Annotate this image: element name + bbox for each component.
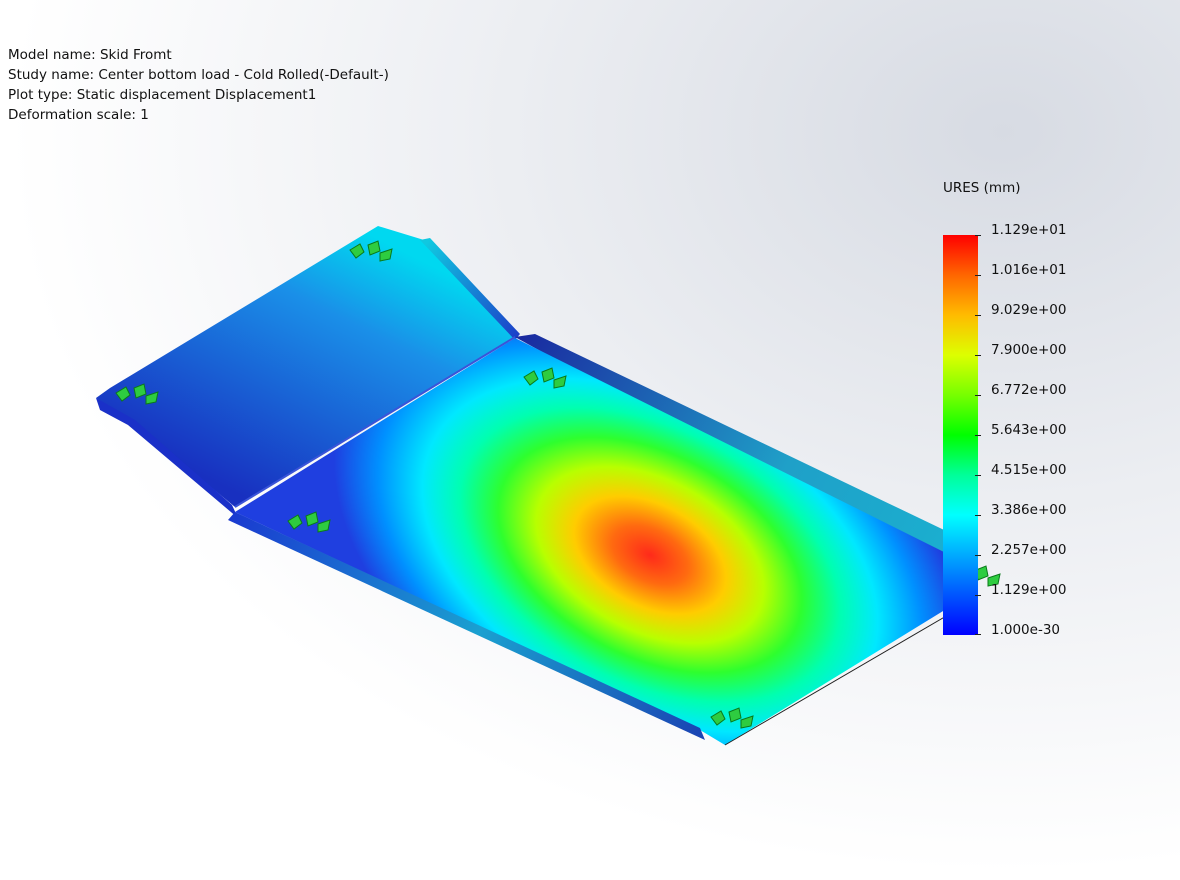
legend-tick — [975, 555, 981, 556]
legend-label: 3.386e+00 — [991, 502, 1067, 518]
simulation-viewport[interactable]: Model name: Skid Fromt Study name: Cente… — [0, 0, 1180, 880]
legend-label: 4.515e+00 — [991, 462, 1067, 478]
model-3d-view[interactable] — [0, 0, 1180, 880]
legend-label: 1.000e-30 — [991, 622, 1061, 638]
legend-label: 2.257e+00 — [991, 542, 1067, 558]
legend-title: URES (mm) — [943, 180, 1021, 196]
legend-tick — [975, 515, 981, 516]
legend-tick — [975, 235, 981, 236]
legend-label: 7.900e+00 — [991, 342, 1067, 358]
legend-tick — [975, 435, 981, 436]
legend-label: 1.129e+01 — [991, 222, 1067, 238]
color-bar — [943, 235, 978, 635]
legend-tick — [975, 595, 981, 596]
legend-tick — [975, 355, 981, 356]
legend-label: 6.772e+00 — [991, 382, 1067, 398]
legend-label: 5.643e+00 — [991, 422, 1067, 438]
legend-tick — [975, 315, 981, 316]
legend-label: 9.029e+00 — [991, 302, 1067, 318]
legend-tick — [975, 275, 981, 276]
legend-tick — [975, 475, 981, 476]
legend-tick — [975, 634, 981, 635]
legend-label: 1.129e+00 — [991, 582, 1067, 598]
legend-tick — [975, 395, 981, 396]
legend-label: 1.016e+01 — [991, 262, 1067, 278]
